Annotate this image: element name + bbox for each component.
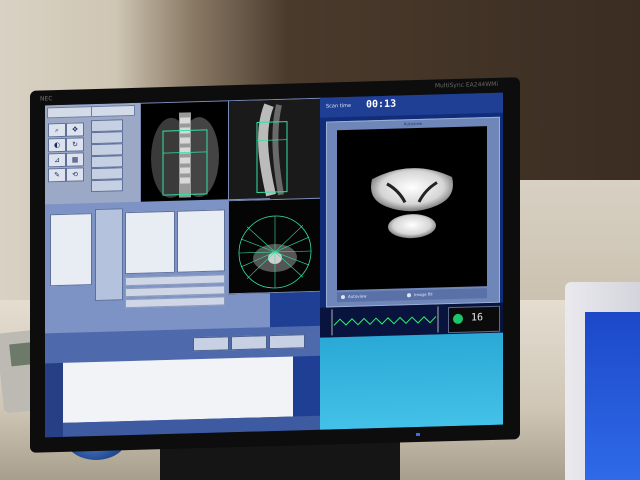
annotate-button[interactable]: ✎: [48, 167, 66, 183]
power-led: [416, 432, 420, 437]
viewport-axial[interactable]: [228, 197, 322, 295]
parameter-row-1[interactable]: [125, 274, 225, 287]
contrast-icon: ◐: [53, 141, 61, 150]
parameter-list[interactable]: [95, 208, 123, 302]
parameter-form-2: [177, 209, 225, 273]
measure-button[interactable]: ⊿: [48, 152, 66, 168]
window-level-button[interactable]: ◐: [48, 137, 66, 153]
ruler-icon: ⊿: [54, 156, 60, 165]
image-fill-option-label: Image fill: [414, 291, 433, 298]
autoview-radio[interactable]: [341, 295, 345, 300]
zoom-tool-button[interactable]: ⌕: [48, 122, 66, 138]
parameter-table: [50, 213, 92, 287]
scan-header: Scan time 00:13: [320, 92, 503, 118]
pan-icon: ✥: [72, 125, 78, 134]
exam-notes-area[interactable]: [63, 356, 293, 423]
reset-button[interactable]: ⟲: [66, 167, 84, 182]
side-button-5[interactable]: [91, 167, 123, 181]
side-button-6[interactable]: [91, 179, 123, 193]
pencil-icon: ✎: [54, 171, 60, 180]
sagittal-spine-image: [229, 98, 321, 202]
status-button-2[interactable]: [231, 335, 267, 351]
image-fill-radio[interactable]: [407, 293, 411, 298]
axial-planning-image: [229, 198, 321, 294]
live-scan-image: [371, 168, 453, 239]
coronal-spine-image: [151, 112, 219, 198]
side-button-3[interactable]: [91, 143, 123, 157]
tab-secondary[interactable]: [91, 104, 135, 118]
heart-rate-icon: [453, 313, 463, 325]
tab-main[interactable]: [47, 106, 93, 119]
parameter-row-3[interactable]: [125, 296, 225, 309]
rotate-button[interactable]: ↻: [66, 137, 84, 152]
monitor-bezel: NEC MultiSync EA244WMi ⌕ ✥ ◐ ↻ ⊿ ▦ ✎ ⟲ S…: [30, 77, 520, 453]
scan-time-label: Scan time: [326, 102, 352, 110]
vital-readout: 16: [448, 305, 500, 334]
status-button-3[interactable]: [269, 334, 305, 350]
pan-tool-button[interactable]: ✥: [66, 122, 84, 137]
scan-control-panel: Scan time 00:13 Autoview Autoview Image …: [320, 92, 503, 330]
parameter-row-2[interactable]: [125, 285, 225, 298]
side-device-screen: [585, 312, 640, 480]
side-button-1[interactable]: [91, 119, 123, 133]
zoom-icon: ⌕: [55, 126, 59, 135]
reset-icon: ⟲: [72, 170, 78, 179]
grid-button[interactable]: ▦: [66, 152, 84, 167]
sidebar-strip: [45, 362, 63, 438]
monitor-brand: NEC: [40, 95, 53, 103]
ecg-waveform: [331, 306, 439, 336]
vital-value: 16: [471, 312, 484, 324]
grid-icon: ▦: [71, 155, 79, 164]
viewport-sagittal[interactable]: [228, 97, 322, 203]
autoview-option-label: Autoview: [348, 293, 367, 299]
rotate-icon: ↻: [72, 140, 78, 149]
monitor-model: MultiSync EA244WMi: [434, 80, 498, 90]
info-panel: [320, 332, 503, 430]
side-button-2[interactable]: [91, 131, 123, 145]
side-device: [565, 282, 640, 480]
viewport-coronal[interactable]: [140, 100, 230, 205]
scan-time-value: 00:13: [366, 98, 397, 111]
status-button-1[interactable]: [193, 336, 229, 352]
autoview-options: Autoview Image fill: [337, 288, 487, 303]
side-button-4[interactable]: [91, 155, 123, 169]
mri-console-screen: ⌕ ✥ ◐ ↻ ⊿ ▦ ✎ ⟲ Scan time 00:13 Autoview…: [45, 92, 503, 438]
parameter-form: [125, 210, 175, 275]
live-scan-viewport[interactable]: [337, 126, 487, 291]
autoview-window: Autoview Autoview Image fill: [326, 116, 500, 308]
